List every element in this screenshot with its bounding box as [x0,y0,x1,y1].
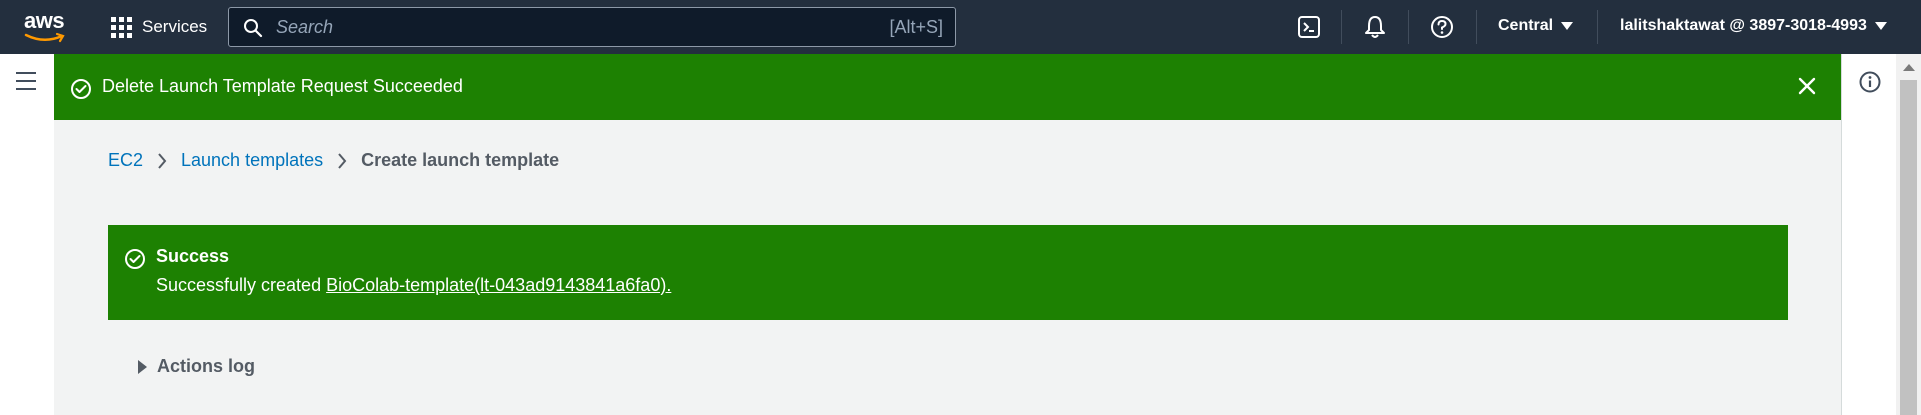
search-input[interactable]: Search [Alt+S] [228,7,956,47]
menu-icon[interactable] [16,72,36,96]
scroll-up-icon[interactable] [1903,64,1915,71]
actions-log-label: Actions log [157,356,255,376]
region-label: Central [1498,17,1554,34]
search-placeholder: Search [276,17,334,37]
vertical-scrollbar[interactable] [1896,54,1921,415]
search-shortcut: [Alt+S] [889,17,943,37]
success-check-icon [125,249,145,269]
alert-body-text: Successfully created [156,275,322,295]
scrollbar-thumb[interactable] [1900,80,1917,415]
success-check-icon [71,79,91,99]
success-alert: Success Successfully created BioColab-te… [108,225,1788,320]
close-icon[interactable] [1797,76,1817,96]
search-icon [244,19,263,38]
info-icon[interactable] [1858,70,1882,94]
flash-notification: Delete Launch Template Request Succeeded [54,54,1841,120]
flash-message: Delete Launch Template Request Succeeded [102,76,463,96]
caret-right-icon [138,359,147,374]
top-navigation: aws Services Search [Alt+S] Central lali… [0,0,1921,54]
chevron-right-icon [338,152,347,169]
caret-down-icon [1874,22,1887,30]
alert-title: Success [156,246,230,266]
caret-down-icon [1561,22,1574,30]
nav-divider [1341,10,1342,44]
breadcrumb-link-ec2[interactable]: EC2 [108,150,143,171]
breadcrumb-current: Create launch template [361,150,560,170]
chevron-right-icon [158,152,167,169]
right-tools-rail [1841,54,1896,415]
nav-divider [1597,10,1598,44]
alert-body: Successfully created BioColab-template(l… [156,275,671,296]
aws-logo[interactable]: aws [24,8,68,44]
services-menu-button[interactable]: Services [111,16,207,38]
account-menu[interactable]: lalitshaktawat @ 3897-3018-4993 [1620,17,1887,35]
services-label: Services [142,17,208,36]
left-navigation-rail [0,54,54,415]
help-icon[interactable] [1429,14,1455,40]
breadcrumb: EC2 Launch templates Create launch templ… [108,150,559,171]
bell-icon[interactable] [1362,14,1388,40]
cloudshell-icon[interactable] [1296,14,1322,40]
account-label: lalitshaktawat @ 3897-3018-4993 [1620,17,1867,34]
nav-divider [1408,10,1409,44]
launch-template-link[interactable]: BioColab-template(lt-043ad9143841a6fa0). [326,275,671,295]
nav-divider [1476,10,1477,44]
services-grid-icon [111,16,132,38]
aws-smile-icon [24,32,65,43]
region-selector[interactable]: Central [1498,17,1574,35]
aws-logo-text: aws [24,8,65,33]
breadcrumb-link-launch-templates[interactable]: Launch templates [181,150,323,171]
actions-log-expander[interactable]: Actions log [138,356,255,377]
